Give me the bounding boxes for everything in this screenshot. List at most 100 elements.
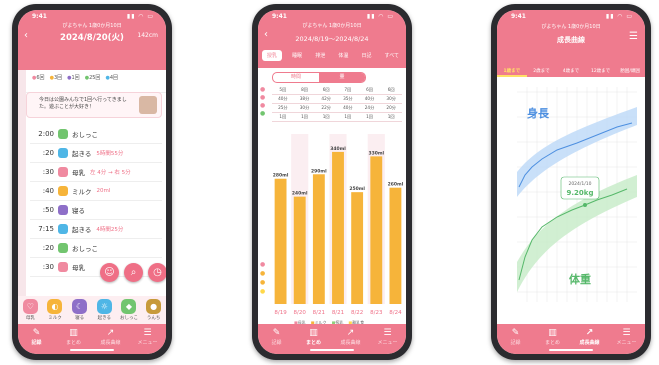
tab-sleep[interactable]: 睡眠 [289, 50, 305, 61]
screen-record: 9:41 ▮▮ ◠ ▭ ぴよちゃん 1歳0か月10日 ‹ 2024/8/20(火)… [18, 10, 166, 354]
quick-pee-button[interactable]: ◆ おしっこ [120, 299, 138, 321]
search-fab[interactable]: ⌕ [124, 263, 143, 282]
tab-temperature[interactable]: 体温 [335, 50, 351, 61]
quick-poo-button[interactable]: ● うんち [145, 299, 163, 321]
quick-milk-button[interactable]: ◐ ミルク [46, 299, 64, 321]
phone-summary: 9:41 ▮▮ ◠ ▭ ぴよちゃん 1歳0か月10日 ‹ 2024/8/19〜20… [252, 4, 412, 360]
signal-icon: ▮▮ ◠ ▭ [126, 13, 154, 20]
summary-pee: ●25回 [84, 75, 101, 81]
pee-icon [58, 243, 68, 253]
bar[interactable] [293, 196, 306, 304]
tab-feeding[interactable]: 授乳 [262, 50, 283, 61]
baby-food-icon: ● [260, 288, 266, 295]
quick-sleep-button[interactable]: ☾ 寝る [71, 299, 89, 321]
baby-icon: ☺ [104, 267, 115, 278]
pencil-icon: ✎ [272, 328, 281, 338]
pump-icon: ● [260, 110, 266, 117]
tab-summary[interactable]: ▥ まとめ [299, 328, 329, 346]
search-icon: ⌕ [130, 267, 137, 278]
breastfeed-icon: ● [260, 86, 266, 93]
tab-record[interactable]: ✎ 記録 [262, 328, 292, 346]
diary-note[interactable]: 今日は公園みんなで1回へ行ってきました。遊ぶことが大好き！ [26, 92, 162, 118]
category-tabs: 授乳 睡眠 排泄 体温 日記 すべて [262, 50, 402, 61]
tab-growth[interactable]: ↗ 成長曲線 [336, 328, 366, 346]
tick-label: 8/21 [332, 310, 344, 316]
entry-row[interactable]: 7:15 起きる 4時間25分 [30, 220, 162, 239]
entry-row[interactable]: :40 ミルク 20ml [30, 182, 162, 201]
timeline-gutter [18, 70, 26, 324]
tab-summary[interactable]: ▥ まとめ [538, 328, 568, 346]
timer-fab[interactable]: ◷ [148, 263, 166, 282]
menu-icon: ☰ [143, 328, 152, 338]
tab-2yr[interactable]: 2歳まで [527, 66, 557, 77]
summary-grid: 5回 8回 6回 7回 6回 6回 40分 38分 42分 35分 40分 30分 25分 30分 22… [272, 86, 402, 122]
entry-row[interactable]: :30 母乳左 4分 → 右 5分 [30, 163, 162, 182]
bar-row-icons: ● ● ● ● [260, 260, 270, 296]
grid-row: 40分 38分 42分 35分 40分 30分 [272, 95, 402, 104]
tab-menu[interactable]: ☰ メニュー [373, 328, 403, 346]
segment-time[interactable]: 時間 [273, 73, 319, 82]
bar[interactable] [351, 192, 364, 304]
data-label: 240ml [292, 191, 308, 197]
bar[interactable] [332, 151, 344, 304]
tab-record[interactable]: ✎ 記録 [22, 328, 52, 346]
breastfeed-icon: ● [260, 261, 266, 268]
tab-record[interactable]: ✎ 記録 [501, 328, 531, 346]
bar[interactable] [370, 156, 383, 304]
tab-menu[interactable]: ☰ メニュー [133, 328, 163, 346]
tab-excretion[interactable]: 排泄 [312, 50, 328, 61]
status-bar: 9:41 ▮▮ ◠ ▭ [511, 13, 633, 22]
phone-record: 9:41 ▮▮ ◠ ▭ ぴよちゃん 1歳0か月10日 ‹ 2024/8/20(火)… [12, 4, 172, 360]
signal-icon: ▮▮ ◠ ▭ [605, 13, 633, 20]
timer-icon: ◷ [153, 267, 162, 278]
menu-icon: ☰ [383, 328, 392, 338]
entry-row[interactable]: :20 おしっこ [30, 239, 162, 258]
entry-row[interactable]: :20 起きる 5時間55分 [30, 144, 162, 163]
diary-photo[interactable] [139, 96, 157, 114]
screen-summary: 9:41 ▮▮ ◠ ▭ ぴよちゃん 1歳0か月10日 ‹ 2024/8/19〜20… [258, 10, 406, 354]
screen-growth: 9:41 ▮▮ ◠ ▭ ぴよちゃん 1歳0か月10日 成長曲線 ☰ 1歳まで 2歳… [497, 10, 645, 354]
header: 9:41 ▮▮ ◠ ▭ ぴよちゃん 1歳0か月10日 成長曲線 ☰ [497, 10, 645, 66]
entry-row[interactable]: 2:00 おしっこ [30, 125, 162, 144]
tick-label: 8/21 [313, 310, 325, 316]
growth-chart: 2024/1/10 9.20kg 身長 体重 [517, 87, 637, 302]
home-indicator [549, 349, 593, 351]
tab-bar: ✎ 記録 ▥ まとめ ↗ 成長曲線 ☰ メニュー [18, 324, 166, 354]
tab-growth[interactable]: ↗ 成長曲線 [575, 328, 605, 346]
home-indicator [310, 349, 354, 351]
entry-row[interactable]: :50 寝る [30, 201, 162, 220]
tab-12yr[interactable]: 12歳まで [586, 66, 616, 77]
bar[interactable] [274, 178, 287, 304]
tab-menu[interactable]: ☰ メニュー [612, 328, 642, 346]
tab-diary[interactable]: 日記 [358, 50, 374, 61]
grid-row: 5回 8回 6回 7回 6回 6回 [272, 86, 402, 95]
poo-icon: ● [146, 299, 162, 314]
tab-1yr[interactable]: 1歳まで [497, 66, 527, 77]
tab-bar: ✎ 記録 ▥ まとめ ↗ 成長曲線 ☰ メニュー [258, 324, 406, 354]
header: 9:41 ▮▮ ◠ ▭ ぴよちゃん 1歳0か月10日 ‹ 2024/8/20(火)… [18, 10, 166, 70]
grid-row: 25分 30分 22分 40分 24分 20分 [272, 104, 402, 113]
tooltip-value: 9.20kg [567, 189, 594, 197]
status-time: 9:41 [32, 13, 47, 20]
trend-icon: ↗ [346, 328, 355, 338]
tick-label: 8/19 [274, 310, 287, 316]
date-range[interactable]: 2024/8/19〜2024/8/24 [258, 33, 406, 43]
menu-icon: ☰ [622, 328, 631, 338]
data-label: 250ml [349, 186, 365, 192]
segment-amount[interactable]: 量 [319, 73, 365, 82]
quick-breastfeed-button[interactable]: ♡ 母乳 [21, 299, 39, 321]
tab-all[interactable]: すべて [382, 50, 402, 61]
tab-summary[interactable]: ▥ まとめ [59, 328, 89, 346]
tab-growth[interactable]: ↗ 成長曲線 [96, 328, 126, 346]
bar[interactable] [312, 174, 325, 304]
bar[interactable] [389, 187, 402, 304]
weight-point[interactable] [583, 203, 587, 207]
tab-4yr[interactable]: 4歳まで [556, 66, 586, 77]
baby-fab[interactable]: ☺ [100, 263, 119, 282]
quick-wake-button[interactable]: ☼ 起きる [95, 299, 113, 321]
list-icon[interactable]: ☰ [629, 31, 638, 42]
tab-head[interactable]: 胎囲/頭囲 [615, 66, 645, 77]
feeding-bar-chart: 280ml 8/19 240ml 8/20 290ml 8/21 340ml 8/21 250m… [272, 134, 404, 316]
bar-chart-icon: ▥ [69, 328, 78, 338]
tick-label: 8/22 [351, 310, 363, 316]
